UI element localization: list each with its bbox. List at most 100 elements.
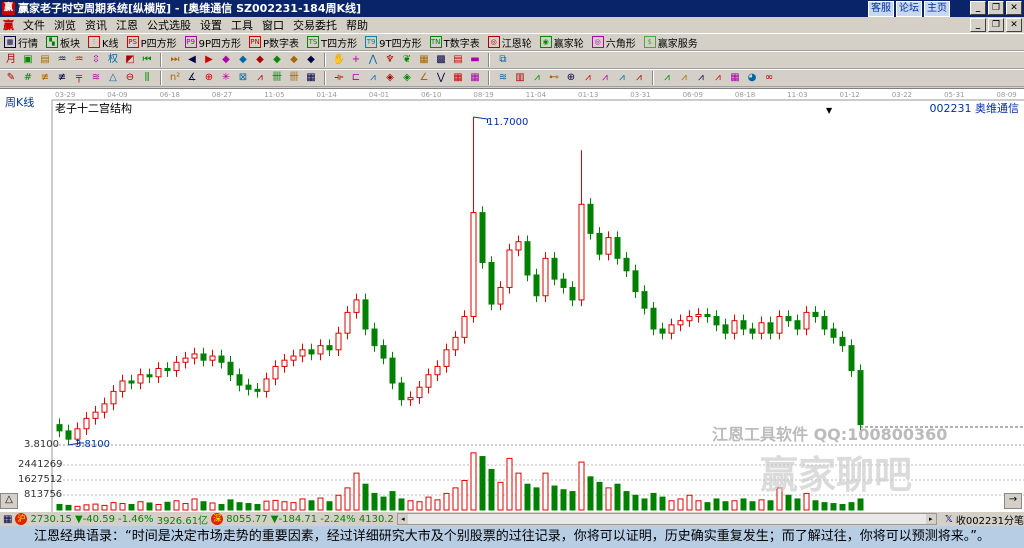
menu-file[interactable]: 文件 — [23, 17, 45, 33]
menu-trade[interactable]: 交易委托 — [293, 17, 337, 33]
scroll-right-button[interactable]: → — [1004, 493, 1022, 509]
grid4-icon[interactable]: ╤ — [72, 71, 86, 85]
a9-icon[interactable]: ⩘ — [677, 71, 691, 85]
cross-icon[interactable]: + — [349, 53, 363, 67]
diamond6-icon[interactable]: ◆ — [304, 53, 318, 67]
lines-icon[interactable]: ⫼ — [140, 71, 154, 85]
left-icon[interactable]: ◀ — [185, 53, 199, 67]
grid2-icon[interactable]: ≢ — [38, 71, 52, 85]
toolbar-button-t9[interactable]: T9 9T四方形 — [365, 35, 422, 50]
a6-icon[interactable]: ⩘ — [615, 71, 629, 85]
toolbar-button-tn[interactable]: TN T数字表 — [429, 35, 480, 50]
target-icon[interactable]: ⊕ — [202, 71, 216, 85]
wave-icon[interactable]: ♒ — [55, 53, 69, 67]
diamond5-icon[interactable]: ◆ — [287, 53, 301, 67]
bars-icon[interactable]: ▥ — [513, 71, 527, 85]
scroll-right-arrow[interactable]: ▸ — [925, 514, 936, 524]
toolbar-button-gann-wheel[interactable]: ◎ 江恩轮 — [487, 35, 532, 50]
angle2-icon[interactable]: ∠ — [417, 71, 431, 85]
circle-icon[interactable]: ⊖ — [123, 71, 137, 85]
period-icon[interactable]: 月 — [4, 53, 18, 67]
menu-formula[interactable]: 公式选股 — [147, 17, 191, 33]
close-button[interactable]: ✕ — [1006, 1, 1022, 15]
fan2-icon[interactable]: ◈ — [383, 71, 397, 85]
line-icon[interactable]: ⋀ — [366, 53, 380, 67]
horizontal-scrollbar[interactable]: ◂ ▸ — [396, 513, 937, 525]
notes-icon[interactable]: ▤ — [451, 53, 465, 67]
a2-icon[interactable]: ⊷ — [547, 71, 561, 85]
restore-button[interactable]: ❐ — [988, 1, 1004, 15]
a1-icon[interactable]: ⩘ — [530, 71, 544, 85]
menu-window[interactable]: 窗口 — [262, 17, 284, 33]
menu-tools[interactable]: 工具 — [231, 17, 253, 33]
toolbar-button-service[interactable]: $ 赢家服务 — [643, 35, 698, 50]
kline-chart[interactable]: 03-29 04-09 06-18 08-27 11-05 01-14 04-01 06-10… — [0, 88, 1024, 513]
export-icon[interactable]: ⧉ — [496, 53, 510, 67]
loop-icon[interactable]: ∞ — [762, 71, 776, 85]
calc-icon[interactable]: ▩ — [434, 53, 448, 67]
toolbar-button-quote-board[interactable]: ▦ 行情 — [4, 35, 38, 50]
menu-help[interactable]: 帮助 — [346, 17, 368, 33]
dropdown-arrow-icon[interactable]: ▼ — [826, 106, 832, 115]
child-minimize-button[interactable]: _ — [970, 18, 986, 32]
matrix-icon[interactable]: ▦ — [304, 71, 318, 85]
homepage-link[interactable]: 主页 — [924, 1, 950, 17]
scroll-left-arrow[interactable]: ◂ — [397, 514, 408, 524]
calculator-icon[interactable]: ▦ — [3, 514, 12, 525]
last-icon[interactable]: ⏭ — [168, 53, 182, 67]
color-icon[interactable]: ◩ — [123, 53, 137, 67]
menu-info[interactable]: 资讯 — [85, 17, 107, 33]
a5-icon[interactable]: ⩘ — [598, 71, 612, 85]
diamond4-icon[interactable]: ◆ — [270, 53, 284, 67]
a7-icon[interactable]: ⩘ — [632, 71, 646, 85]
box-icon[interactable]: ⊠ — [236, 71, 250, 85]
toolbar-button-sector[interactable]: ▚ 板块 — [46, 35, 80, 50]
calendar-icon[interactable]: ▦ — [417, 53, 431, 67]
n2-icon[interactable]: n² — [168, 71, 182, 85]
fan-icon[interactable]: ⩘ — [366, 71, 380, 85]
grid1-icon[interactable]: # — [21, 71, 35, 85]
grid3-icon[interactable]: ≢ — [55, 71, 69, 85]
a12-icon[interactable]: ▦ — [728, 71, 742, 85]
v-icon[interactable]: ⋁ — [434, 71, 448, 85]
grid6-icon[interactable]: ▦ — [451, 71, 465, 85]
zoom-icon[interactable]: ▣ — [21, 53, 35, 67]
toolbar-button-kline[interactable]: ⫶ K线 — [88, 35, 119, 50]
a11-icon[interactable]: ⩘ — [711, 71, 725, 85]
candle-select-icon[interactable]: ⇳ — [89, 53, 103, 67]
star-icon[interactable]: ✳ — [219, 71, 233, 85]
minimize-button[interactable]: _ — [970, 1, 986, 15]
toolbar-button-p9[interactable]: P9 9P四方形 — [184, 35, 241, 50]
grid5-icon[interactable]: ≋ — [89, 71, 103, 85]
a10-icon[interactable]: ⩘ — [694, 71, 708, 85]
frame-icon[interactable]: ⊏ — [349, 71, 363, 85]
menu-browse[interactable]: 浏览 — [54, 17, 76, 33]
toolbar-button-winner-wheel[interactable]: ◉ 赢家轮 — [539, 35, 584, 50]
gann2-icon[interactable]: 卌 — [287, 71, 301, 85]
a8-icon[interactable]: ⩘ — [660, 71, 674, 85]
hand-icon[interactable]: ✋ — [332, 53, 346, 67]
diamond1-icon[interactable]: ◆ — [219, 53, 233, 67]
formula-icon[interactable]: ❦ — [400, 53, 414, 67]
fan3-icon[interactable]: ◈ — [400, 71, 414, 85]
diamond3-icon[interactable]: ◆ — [253, 53, 267, 67]
forum-link[interactable]: 论坛 — [896, 1, 922, 17]
right-icon[interactable]: ▶ — [202, 53, 216, 67]
child-close-button[interactable]: ✕ — [1006, 18, 1022, 32]
weight-icon[interactable]: 权 — [106, 53, 120, 67]
a4-icon[interactable]: ⩘ — [581, 71, 595, 85]
a3-icon[interactable]: ⊕ — [564, 71, 578, 85]
draw-icon[interactable]: ✎ — [4, 71, 18, 85]
fib-icon[interactable]: ≋ — [496, 71, 510, 85]
gann1-icon[interactable]: 卌 — [270, 71, 284, 85]
list-icon[interactable]: ▤ — [38, 53, 52, 67]
split-icon[interactable]: ⟛ — [332, 71, 346, 85]
triangle-icon[interactable]: △ — [106, 71, 120, 85]
pie-icon[interactable]: ◕ — [745, 71, 759, 85]
child-restore-button[interactable]: ❐ — [988, 18, 1004, 32]
angle-icon[interactable]: ∡ — [185, 71, 199, 85]
toolbar-button-p-square[interactable]: PS P四方形 — [126, 35, 177, 50]
customer-service-link[interactable]: 客服 — [868, 1, 894, 17]
first-icon[interactable]: ⏮ — [140, 53, 154, 67]
menu-gann[interactable]: 江恩 — [116, 17, 138, 33]
